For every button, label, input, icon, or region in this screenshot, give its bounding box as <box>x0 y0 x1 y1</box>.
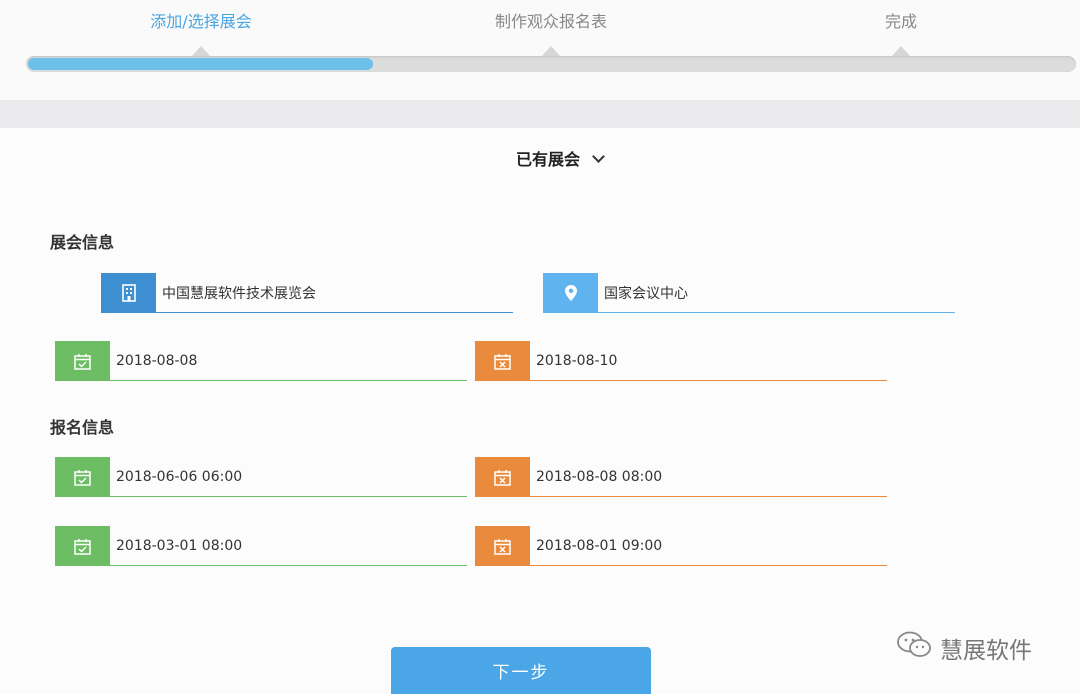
existing-exhibition-label: 已有展会 <box>516 150 581 169</box>
step-label-add-select[interactable]: 添加/选择展会 <box>150 8 251 32</box>
registration-end-field[interactable]: 2018-08-08 08:00 <box>475 457 887 497</box>
calendar-x-icon <box>475 526 530 566</box>
watermark: 慧展软件 <box>896 630 1032 666</box>
calendar-x-icon <box>475 341 530 381</box>
location-pin-icon <box>543 273 598 313</box>
step-pointer <box>542 46 560 56</box>
exhibition-venue-value: 国家会议中心 <box>598 273 955 313</box>
second-end-value: 2018-08-01 09:00 <box>530 526 887 566</box>
exhibition-start-date-value: 2018-08-08 <box>110 341 467 381</box>
second-start-field[interactable]: 2018-03-01 08:00 <box>55 526 467 566</box>
exhibition-info-title: 展会信息 <box>50 233 115 252</box>
existing-exhibition-dropdown[interactable]: 已有展会 <box>516 146 605 170</box>
step-label-make-form[interactable]: 制作观众报名表 <box>495 8 607 32</box>
exhibition-name-field[interactable]: 中国慧展软件技术展览会 <box>101 273 513 313</box>
section-divider <box>0 100 1080 128</box>
registration-start-value: 2018-06-06 06:00 <box>110 457 467 497</box>
chevron-down-icon <box>592 149 605 163</box>
calendar-x-icon <box>475 457 530 497</box>
registration-end-value: 2018-08-08 08:00 <box>530 457 887 497</box>
next-step-button[interactable]: 下一步 <box>391 647 651 694</box>
registration-start-field[interactable]: 2018-06-06 06:00 <box>55 457 467 497</box>
step-pointer <box>892 46 910 56</box>
progress-track <box>26 56 1076 72</box>
progress-stepper: 添加/选择展会 制作观众报名表 完成 <box>0 0 1080 100</box>
building-icon <box>101 273 156 313</box>
exhibition-end-date-value: 2018-08-10 <box>530 341 887 381</box>
calendar-check-icon <box>55 457 110 497</box>
step-pointer <box>192 46 210 56</box>
registration-info-title: 报名信息 <box>50 418 115 437</box>
wechat-icon <box>896 630 934 666</box>
calendar-check-icon <box>55 526 110 566</box>
progress-fill <box>28 58 373 70</box>
step-label-done[interactable]: 完成 <box>885 8 917 32</box>
exhibition-venue-field[interactable]: 国家会议中心 <box>543 273 955 313</box>
exhibition-end-date-field[interactable]: 2018-08-10 <box>475 341 887 381</box>
second-start-value: 2018-03-01 08:00 <box>110 526 467 566</box>
form-card <box>0 128 1080 694</box>
calendar-check-icon <box>55 341 110 381</box>
second-end-field[interactable]: 2018-08-01 09:00 <box>475 526 887 566</box>
exhibition-name-value: 中国慧展软件技术展览会 <box>156 273 513 313</box>
exhibition-start-date-field[interactable]: 2018-08-08 <box>55 341 467 381</box>
watermark-text: 慧展软件 <box>940 638 1032 664</box>
